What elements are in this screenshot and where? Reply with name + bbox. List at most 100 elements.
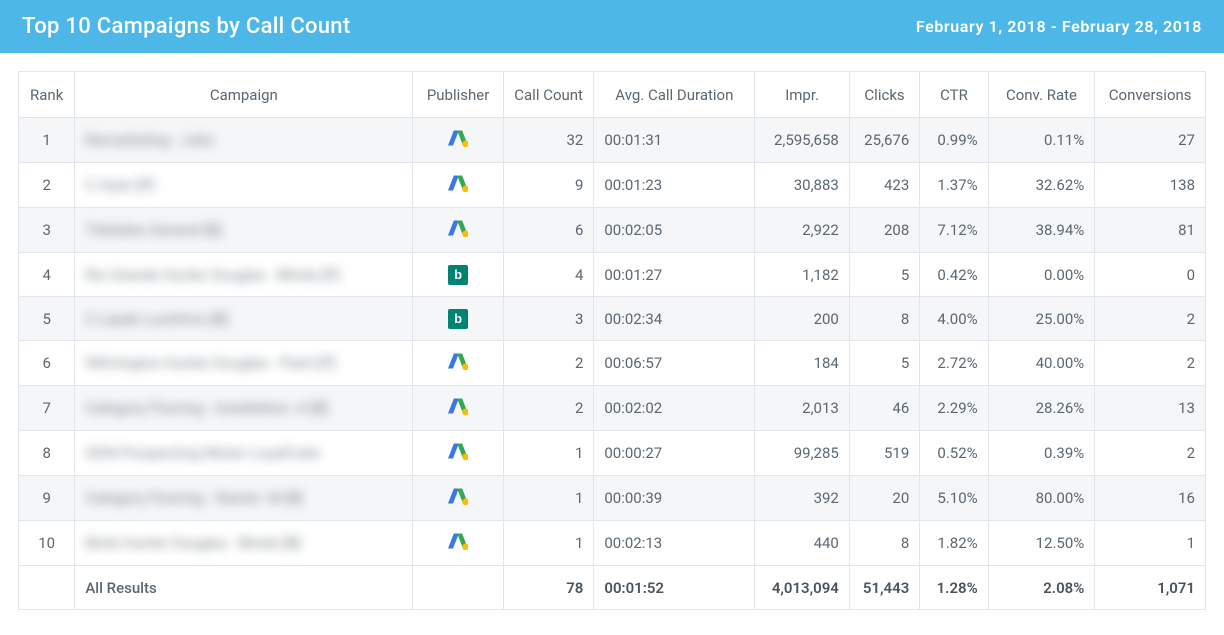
cell-campaign: C.Lepak Luxshims [B] <box>75 297 413 341</box>
cell-call-count: 32 <box>503 118 594 163</box>
campaign-name: C.Hyan [P] <box>85 176 154 194</box>
cell-publisher <box>413 521 504 566</box>
report-header: Top 10 Campaigns by Call Count February … <box>0 0 1224 53</box>
table-row[interactable]: 10Birds Hunter Douglas - Blinds [B]100:0… <box>19 521 1206 566</box>
col-call-count[interactable]: Call Count <box>503 72 594 118</box>
col-impr[interactable]: Impr. <box>755 72 850 118</box>
table-row[interactable]: 2C.Hyan [P]900:01:2330,8834231.37%32.62%… <box>19 163 1206 208</box>
col-avg-duration[interactable]: Avg. Call Duration <box>594 72 755 118</box>
cell-publisher <box>413 163 504 208</box>
cell-impr: 1,182 <box>755 253 850 297</box>
cell-clicks: 8 <box>849 521 919 566</box>
cell-clicks: 25,676 <box>849 118 919 163</box>
cell-conversions: 13 <box>1095 386 1206 431</box>
cell-impr: 200 <box>755 297 850 341</box>
col-clicks[interactable]: Clicks <box>849 72 919 118</box>
cell-ctr: 5.10% <box>920 476 988 521</box>
cell-conv-rate: 0.00% <box>988 253 1095 297</box>
table-row[interactable]: 4Rio Grande Hunter Douglas - Blinds [P]b… <box>19 253 1206 297</box>
adwords-icon <box>448 441 468 461</box>
cell-publisher <box>413 476 504 521</box>
cell-impr: 184 <box>755 341 850 386</box>
cell-conv-rate: 40.00% <box>988 341 1095 386</box>
cell-impr: 2,013 <box>755 386 850 431</box>
cell-call-count: 2 <box>503 341 594 386</box>
adwords-icon <box>448 396 468 416</box>
cell-campaign: Remarketing - Jobs <box>75 118 413 163</box>
table-row[interactable]: 3TileSales General [B]600:02:052,9222087… <box>19 208 1206 253</box>
cell-rank: 6 <box>19 341 75 386</box>
totals-ctr: 1.28% <box>920 566 988 610</box>
cell-publisher <box>413 208 504 253</box>
cell-conversions: 1 <box>1095 521 1206 566</box>
table-body: 1Remarketing - Jobs3200:01:312,595,65825… <box>19 118 1206 566</box>
cell-clicks: 46 <box>849 386 919 431</box>
col-conv-rate[interactable]: Conv. Rate <box>988 72 1095 118</box>
table-row[interactable]: 9Category Flooring - Starter -M [B]100:0… <box>19 476 1206 521</box>
cell-call-count: 9 <box>503 163 594 208</box>
table-row[interactable]: 6Wilmington Hunter Douglas - Paint [P]20… <box>19 341 1206 386</box>
cell-impr: 2,922 <box>755 208 850 253</box>
totals-row: All Results 78 00:01:52 4,013,094 51,443… <box>19 566 1206 610</box>
campaigns-table: Rank Campaign Publisher Call Count Avg. … <box>18 71 1206 610</box>
cell-avg-duration: 00:06:57 <box>594 341 755 386</box>
cell-conv-rate: 38.94% <box>988 208 1095 253</box>
cell-ctr: 1.37% <box>920 163 988 208</box>
adwords-icon <box>448 128 468 148</box>
cell-conversions: 2 <box>1095 431 1206 476</box>
campaign-name: Category Flooring - Starter -M [B] <box>85 489 302 507</box>
cell-clicks: 8 <box>849 297 919 341</box>
cell-conversions: 138 <box>1095 163 1206 208</box>
cell-rank: 4 <box>19 253 75 297</box>
totals-clicks: 51,443 <box>849 566 919 610</box>
cell-publisher <box>413 386 504 431</box>
cell-conversions: 2 <box>1095 341 1206 386</box>
cell-avg-duration: 00:00:39 <box>594 476 755 521</box>
table-container: Rank Campaign Publisher Call Count Avg. … <box>0 53 1224 610</box>
report-date-range: February 1, 2018 - February 28, 2018 <box>916 17 1202 36</box>
cell-ctr: 2.72% <box>920 341 988 386</box>
totals-avg-duration: 00:01:52 <box>594 566 755 610</box>
cell-clicks: 20 <box>849 476 919 521</box>
cell-conv-rate: 12.50% <box>988 521 1095 566</box>
col-conversions[interactable]: Conversions <box>1095 72 1206 118</box>
campaign-name: C.Lepak Luxshims [B] <box>85 310 228 328</box>
cell-conv-rate: 0.11% <box>988 118 1095 163</box>
col-publisher[interactable]: Publisher <box>413 72 504 118</box>
totals-rank-blank <box>19 566 75 610</box>
cell-impr: 2,595,658 <box>755 118 850 163</box>
campaign-name: TileSales General [B] <box>85 221 221 239</box>
campaign-name: Wilmington Hunter Douglas - Paint [P] <box>85 354 335 372</box>
adwords-icon <box>448 351 468 371</box>
table-row[interactable]: 1Remarketing - Jobs3200:01:312,595,65825… <box>19 118 1206 163</box>
cell-conv-rate: 28.26% <box>988 386 1095 431</box>
table-row[interactable]: 7 Category Flooring - Installation -A [B]… <box>19 386 1206 431</box>
report-title: Top 10 Campaigns by Call Count <box>22 14 350 39</box>
cell-call-count: 4 <box>503 253 594 297</box>
cell-call-count: 2 <box>503 386 594 431</box>
campaign-name: Category Flooring - Installation -A [B] <box>85 399 328 417</box>
bing-icon: b <box>448 309 468 329</box>
col-rank[interactable]: Rank <box>19 72 75 118</box>
cell-publisher: b <box>413 253 504 297</box>
cell-rank: 7 <box>19 386 75 431</box>
cell-campaign: Birds Hunter Douglas - Blinds [B] <box>75 521 413 566</box>
col-ctr[interactable]: CTR <box>920 72 988 118</box>
table-row[interactable]: 8GDN-Prospecting Mister LoyalCube100:00:… <box>19 431 1206 476</box>
cell-ctr: 0.99% <box>920 118 988 163</box>
table-header-row: Rank Campaign Publisher Call Count Avg. … <box>19 72 1206 118</box>
table-row[interactable]: 5C.Lepak Luxshims [B]b300:02:3420084.00%… <box>19 297 1206 341</box>
cell-ctr: 4.00% <box>920 297 988 341</box>
adwords-icon <box>448 531 468 551</box>
cell-conv-rate: 25.00% <box>988 297 1095 341</box>
col-campaign[interactable]: Campaign <box>75 72 413 118</box>
cell-impr: 30,883 <box>755 163 850 208</box>
cell-call-count: 1 <box>503 521 594 566</box>
cell-campaign: Wilmington Hunter Douglas - Paint [P] <box>75 341 413 386</box>
cell-conversions: 0 <box>1095 253 1206 297</box>
cell-clicks: 5 <box>849 253 919 297</box>
report-container: Top 10 Campaigns by Call Count February … <box>0 0 1224 610</box>
cell-impr: 99,285 <box>755 431 850 476</box>
cell-avg-duration: 00:01:23 <box>594 163 755 208</box>
cell-conv-rate: 0.39% <box>988 431 1095 476</box>
